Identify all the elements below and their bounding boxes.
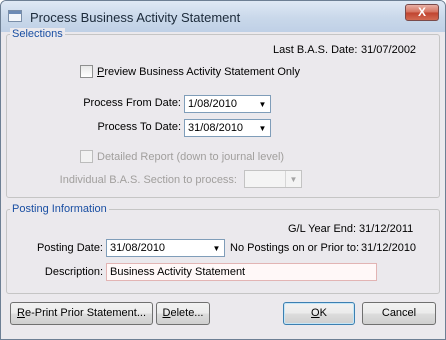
selections-group-title: Selections [10,28,65,40]
chevron-down-icon[interactable]: ▼ [255,96,270,112]
posting-date-value: 31/08/2010 [110,242,166,254]
posting-date-combo[interactable]: 31/08/2010 ▼ [106,239,225,257]
process-to-date-label: Process To Date: [97,121,181,133]
description-value: Business Activity Statement [110,266,246,278]
ok-button[interactable]: OK [283,302,355,325]
description-label: Description: [44,266,103,278]
detailed-report-checkbox[interactable] [80,150,93,163]
process-from-date-label: Process From Date: [83,97,181,109]
process-to-date-value: 31/08/2010 [188,122,244,134]
posting-information-group-title: Posting Information [10,203,109,215]
last-bas-date-value: 31/07/2002 [361,44,417,56]
posting-date-label: Posting Date: [36,242,103,254]
dialog-window: Process Business Activity Statement X Se… [0,0,446,340]
close-button[interactable]: X [405,4,439,21]
process-from-date-combo[interactable]: 1/08/2010 ▼ [184,95,271,113]
individual-section-label: Individual B.A.S. Section to process: [59,174,237,186]
no-postings-value: 31/12/2010 [361,242,417,254]
preview-only-checkbox[interactable] [80,65,93,78]
reprint-prior-statement-button[interactable]: Re-Print Prior Statement... [10,302,153,325]
gl-year-end-value: 31/12/2011 [359,223,414,235]
process-from-date-value: 1/08/2010 [188,98,237,110]
chevron-down-icon[interactable]: ▼ [285,171,301,187]
last-bas-date-label: Last B.A.S. Date: [273,44,358,56]
preview-only-label[interactable]: Preview Business Activity Statement Only [97,66,300,79]
chevron-down-icon[interactable]: ▼ [209,240,224,256]
process-to-date-combo[interactable]: 31/08/2010 ▼ [184,119,271,137]
cancel-button[interactable]: Cancel [362,302,436,325]
window-title: Process Business Activity Statement [30,10,241,25]
delete-button[interactable]: Delete... [156,302,210,325]
document-window-icon [8,10,22,22]
detailed-report-label: Detailed Report (down to journal level) [97,151,285,163]
title-bar[interactable]: Process Business Activity Statement X [1,1,445,32]
individual-section-combo[interactable]: ▼ [244,170,302,188]
no-postings-label: No Postings on or Prior to: [230,242,360,254]
description-field[interactable]: Business Activity Statement [106,263,377,281]
gl-year-end-label: G/L Year End: [288,223,357,235]
chevron-down-icon[interactable]: ▼ [255,120,270,136]
